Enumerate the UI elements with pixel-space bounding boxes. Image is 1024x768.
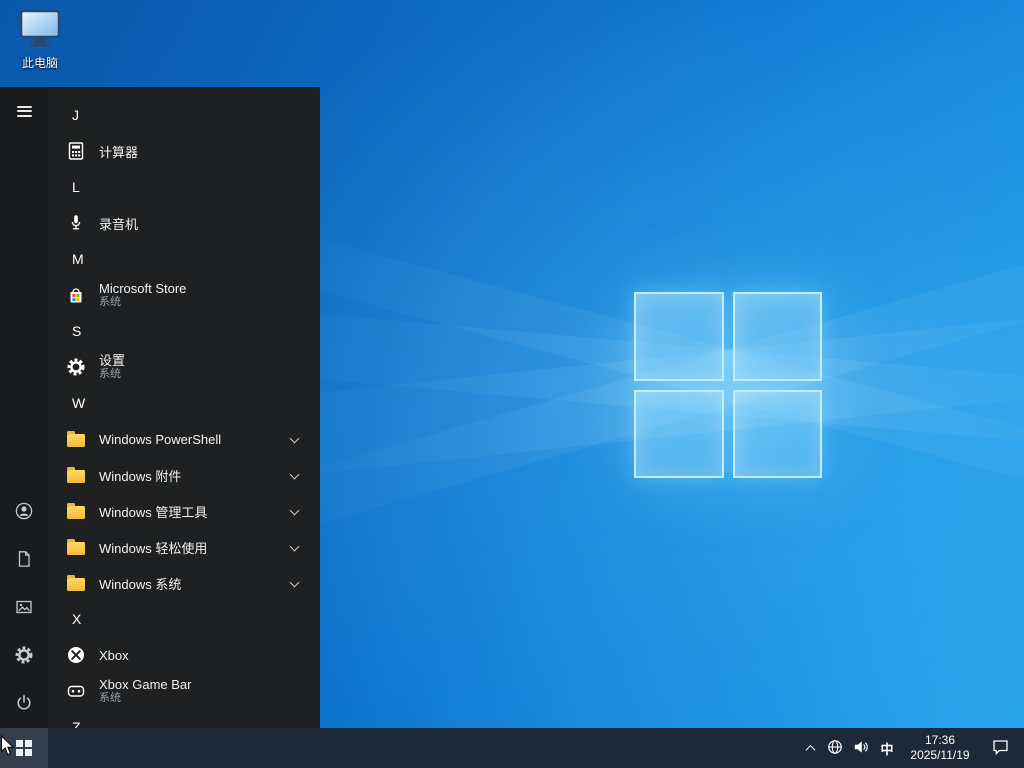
store-icon (64, 283, 88, 307)
folder-item-windows-accessories[interactable]: Windows 附件 (48, 457, 320, 493)
app-item-voice-recorder[interactable]: 录音机 (48, 205, 320, 241)
taskbar: 中 17:36 2025/11/19 (0, 728, 1024, 768)
app-item-settings[interactable]: 设置 系统 (48, 349, 320, 385)
action-center-button[interactable] (980, 728, 1020, 768)
hamburger-icon (16, 103, 32, 119)
pictures-icon (14, 597, 34, 620)
start-button[interactable] (0, 728, 48, 768)
windows-logo-wallpaper (634, 292, 822, 478)
folder-icon (64, 463, 88, 487)
gear-icon (64, 355, 88, 379)
user-icon (14, 501, 34, 524)
clock-date: 2025/11/19 (910, 748, 970, 762)
section-letter-s[interactable]: S (48, 313, 320, 349)
gamebar-icon (64, 679, 88, 703)
start-menu-rail (0, 87, 48, 728)
app-item-xbox-game-bar[interactable]: Xbox Game Bar 系统 (48, 673, 320, 709)
chevron-down-icon[interactable] (289, 577, 300, 588)
folder-icon (64, 571, 88, 595)
gear-icon (14, 645, 34, 668)
section-letter-x[interactable]: X (48, 601, 320, 637)
network-button[interactable] (822, 728, 848, 768)
chevron-down-icon[interactable] (289, 433, 300, 444)
section-letter-m[interactable]: M (48, 241, 320, 277)
folder-item-windows-ease-of-access[interactable]: Windows 轻松使用 (48, 529, 320, 565)
section-letter-z[interactable]: Z (48, 709, 320, 728)
screen: 此电脑 J 计算器 L 录音机 M Microsoft Store 系统 S 设… (0, 0, 1024, 768)
chevron-down-icon[interactable] (289, 505, 300, 516)
show-hidden-icons-button[interactable] (798, 728, 822, 768)
chevron-down-icon[interactable] (289, 469, 300, 480)
chevron-up-icon (805, 744, 815, 755)
document-icon (14, 549, 34, 572)
chevron-down-icon[interactable] (289, 541, 300, 552)
desktop-icon-label: 此电脑 (21, 56, 58, 70)
power-icon (14, 693, 34, 716)
desktop-icon-this-pc[interactable]: 此电脑 (8, 8, 72, 71)
computer-icon (18, 8, 62, 53)
expand-menu-button[interactable] (0, 87, 48, 135)
system-tray: 中 17:36 2025/11/19 (798, 728, 1024, 768)
start-menu: J 计算器 L 录音机 M Microsoft Store 系统 S 设置 系统… (0, 87, 320, 728)
documents-button[interactable] (0, 536, 48, 584)
section-letter-w[interactable]: W (48, 385, 320, 421)
speaker-icon (853, 739, 869, 758)
folder-item-windows-system[interactable]: Windows 系统 (48, 565, 320, 601)
folder-icon (64, 427, 88, 451)
folder-icon (64, 499, 88, 523)
section-letter-l[interactable]: L (48, 169, 320, 205)
section-letter-j[interactable]: J (48, 97, 320, 133)
ime-indicator[interactable]: 中 (874, 728, 900, 768)
folder-item-windows-powershell[interactable]: Windows PowerShell (48, 421, 320, 457)
action-center-icon (992, 738, 1009, 758)
settings-button[interactable] (0, 632, 48, 680)
pictures-button[interactable] (0, 584, 48, 632)
folder-item-windows-admin-tools[interactable]: Windows 管理工具 (48, 493, 320, 529)
windows-logo-icon (16, 740, 32, 756)
calculator-icon (64, 139, 88, 163)
taskbar-clock[interactable]: 17:36 2025/11/19 (900, 728, 980, 768)
app-item-calculator[interactable]: 计算器 (48, 133, 320, 169)
volume-button[interactable] (848, 728, 874, 768)
globe-network-icon (827, 739, 843, 758)
clock-time: 17:36 (924, 733, 956, 747)
microphone-icon (64, 211, 88, 235)
power-button[interactable] (0, 680, 48, 728)
app-item-xbox[interactable]: Xbox (48, 637, 320, 673)
app-item-microsoft-store[interactable]: Microsoft Store 系统 (48, 277, 320, 313)
folder-icon (64, 535, 88, 559)
app-list: J 计算器 L 录音机 M Microsoft Store 系统 S 设置 系统… (48, 87, 320, 728)
account-button[interactable] (0, 488, 48, 536)
xbox-icon (64, 643, 88, 667)
